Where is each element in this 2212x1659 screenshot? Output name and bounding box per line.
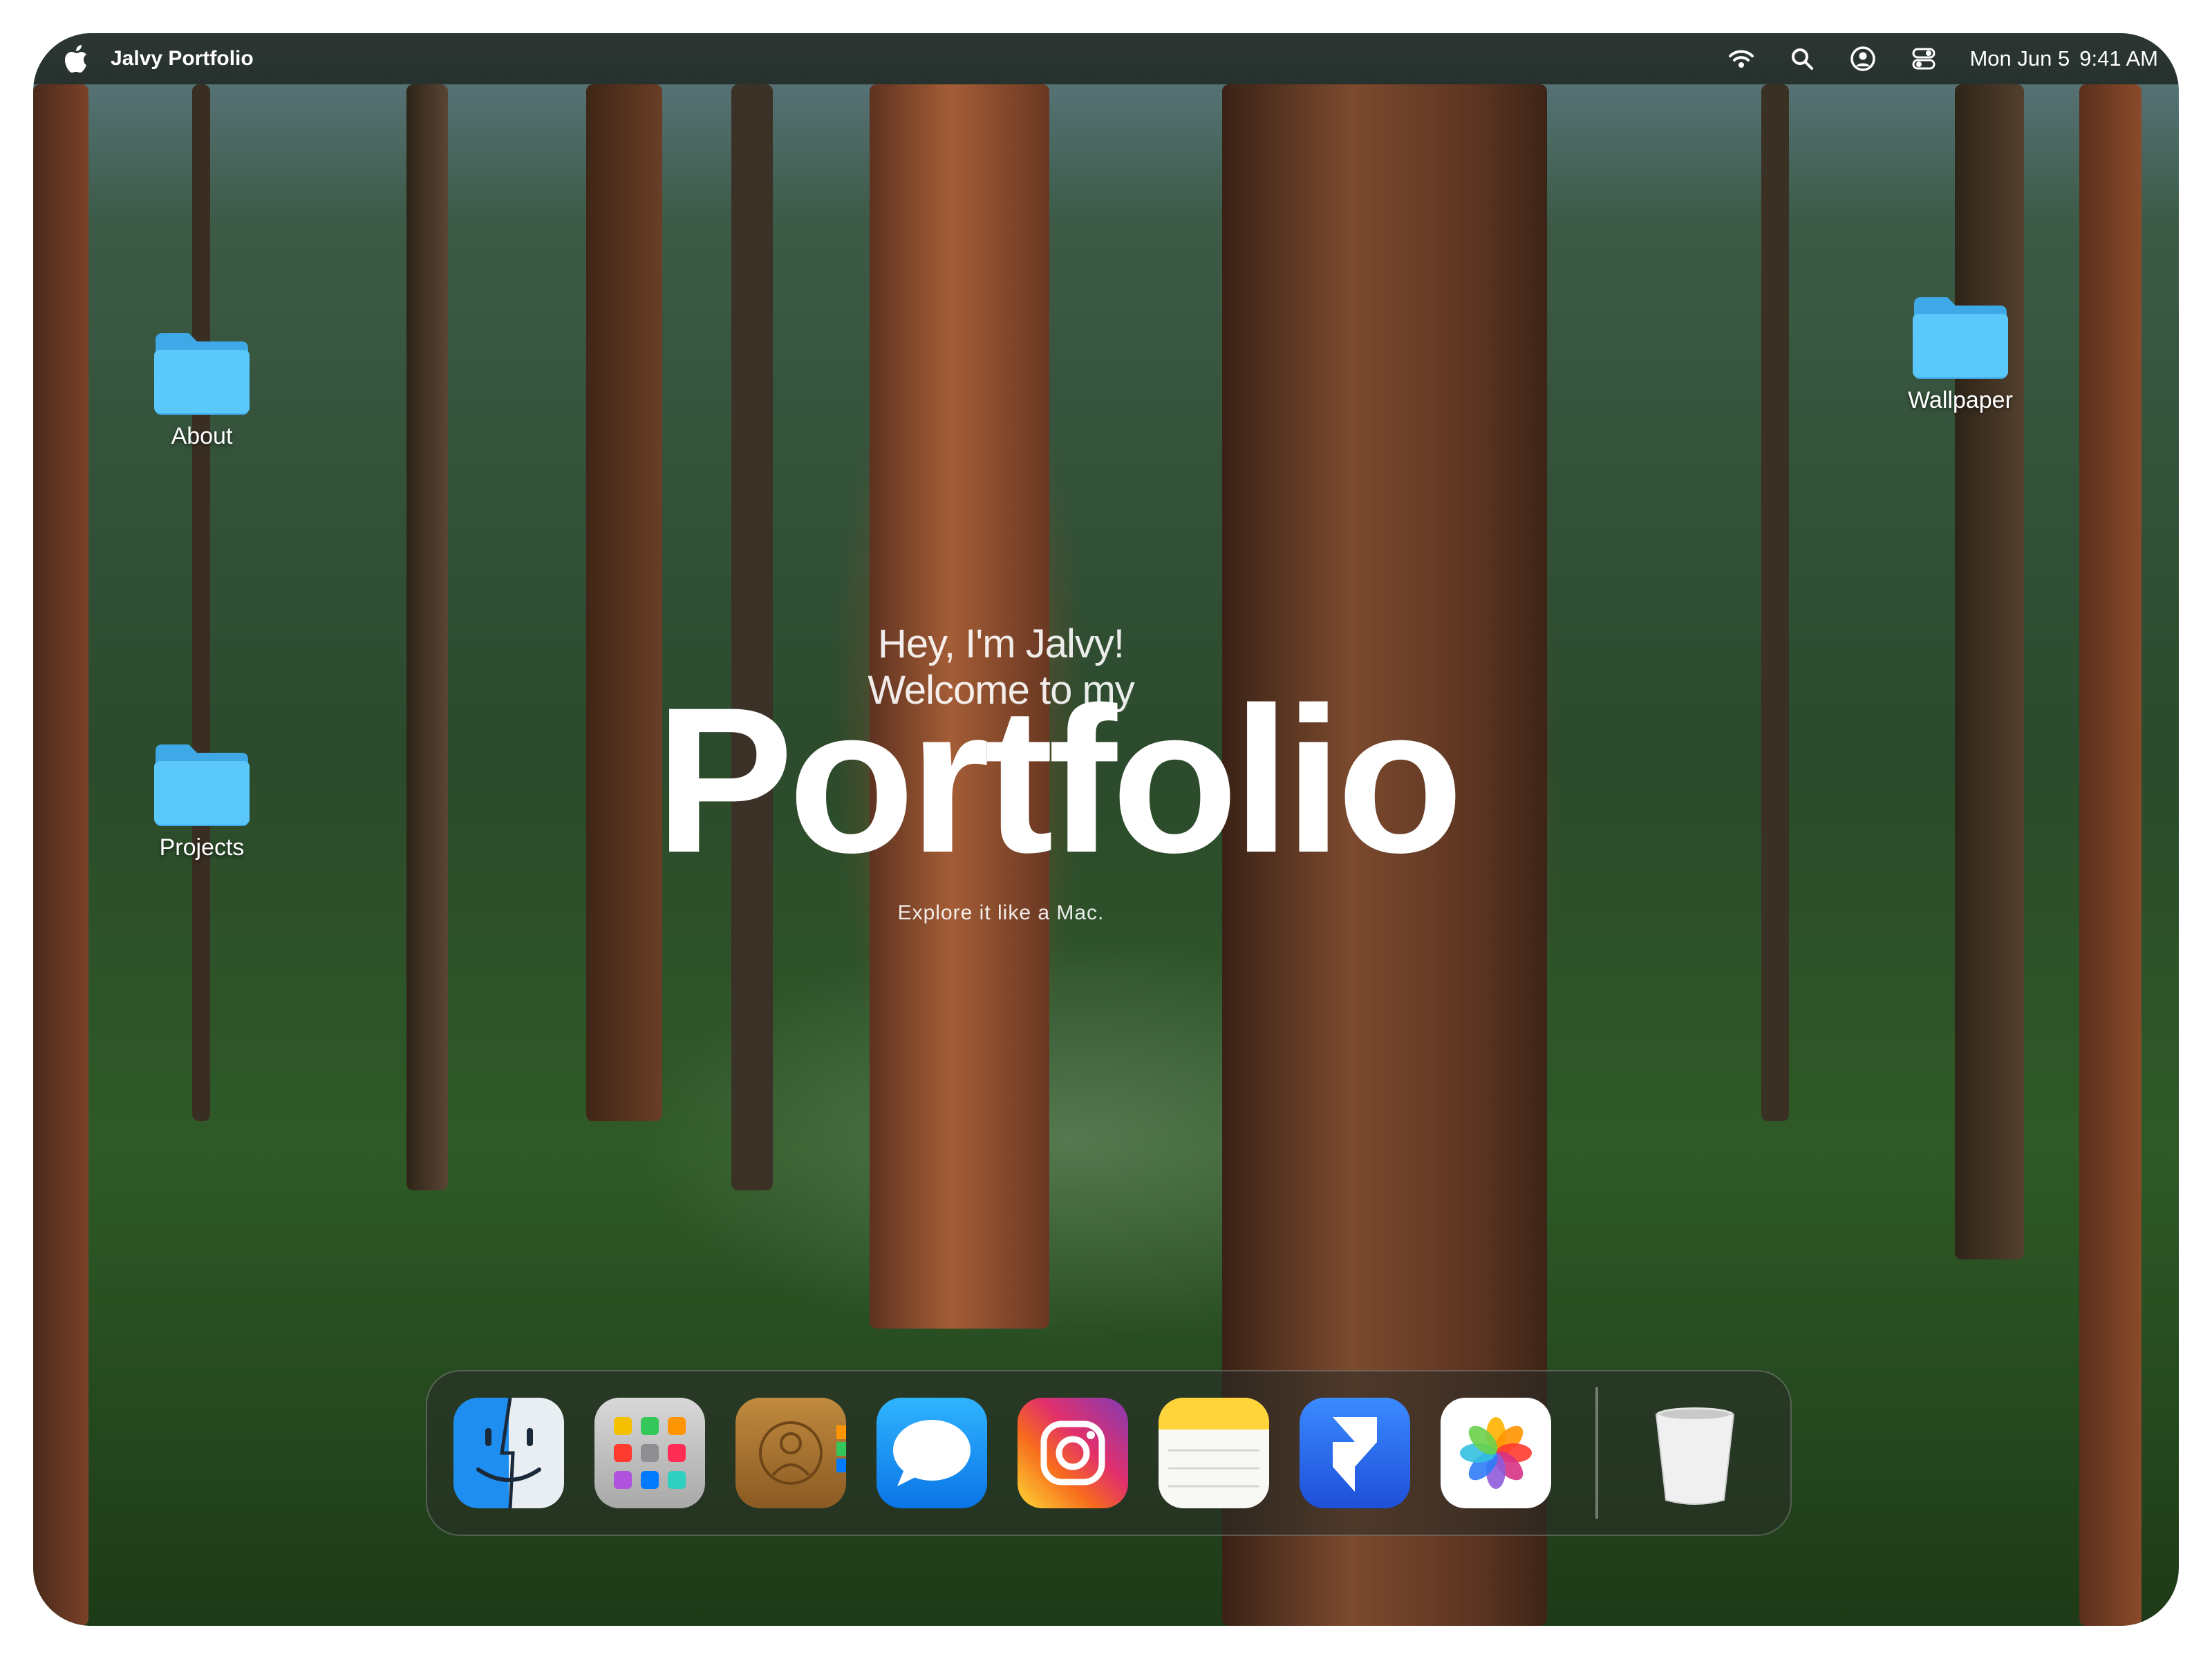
photos-icon[interactable] [1441, 1398, 1551, 1508]
folder-about[interactable]: About [119, 330, 285, 450]
folder-wallpaper[interactable]: Wallpaper [1877, 294, 2043, 414]
apple-logo-icon[interactable] [62, 44, 90, 74]
folder-label: Wallpaper [1908, 387, 2013, 413]
search-icon[interactable] [1787, 44, 1817, 74]
folder-icon [154, 333, 250, 415]
folder-label: About [171, 423, 233, 449]
framer-icon[interactable] [1300, 1398, 1410, 1508]
control-center-icon[interactable] [1909, 44, 1939, 74]
menu-bar: Jalvy Portfolio Mon Jun 5 9:41 AM [33, 33, 2179, 84]
menubar-date: Mon Jun 5 [1969, 46, 2070, 71]
finder-icon[interactable] [453, 1398, 564, 1508]
menubar-time: 9:41 AM [2079, 46, 2158, 71]
hero-tagline: Explore it like a Mac. [897, 901, 1105, 924]
trash-icon[interactable] [1640, 1398, 1750, 1508]
folder-projects[interactable]: Projects [119, 742, 285, 861]
folder-label: Projects [159, 834, 245, 861]
user-icon[interactable] [1848, 44, 1878, 74]
wifi-icon[interactable] [1726, 44, 1756, 74]
notes-icon[interactable] [1159, 1398, 1269, 1508]
instagram-icon[interactable] [1018, 1398, 1128, 1508]
messages-icon[interactable] [877, 1398, 987, 1508]
contacts-icon[interactable] [735, 1398, 846, 1508]
folder-icon [154, 744, 250, 826]
desktop-screen: Jalvy Portfolio Mon Jun 5 9:41 AM About [33, 33, 2179, 1626]
hero-title: Portfolio [655, 664, 1463, 896]
menubar-clock[interactable]: Mon Jun 5 9:41 AM [1969, 46, 2158, 71]
app-title[interactable]: Jalvy Portfolio [111, 47, 254, 71]
dock-separator [1595, 1387, 1598, 1519]
dock [426, 1370, 1792, 1536]
folder-icon [1913, 297, 2008, 379]
launchpad-icon[interactable] [594, 1398, 705, 1508]
